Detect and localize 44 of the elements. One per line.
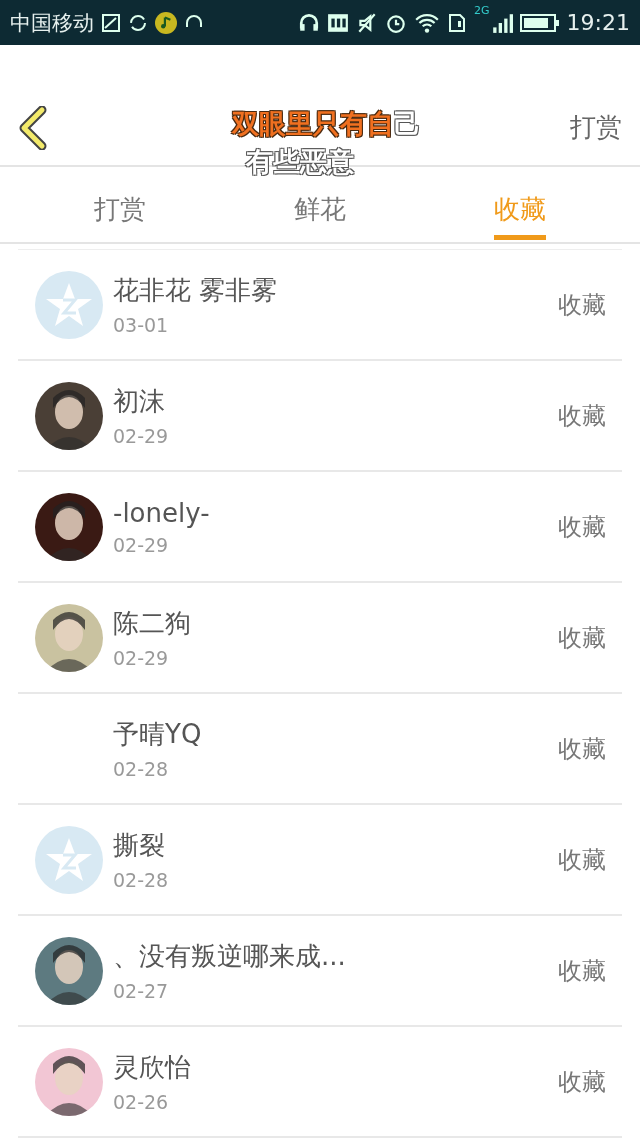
network-label: 2G xyxy=(474,4,490,17)
carrier-name: 中国移动 xyxy=(10,9,94,37)
lyric-rest: 己 xyxy=(393,108,421,139)
lyric-line: 有些恶意 xyxy=(246,146,354,177)
image-icon xyxy=(101,12,121,33)
action-label: 收藏 xyxy=(558,844,606,876)
battery-icon xyxy=(519,12,560,33)
back-icon[interactable] xyxy=(18,105,48,150)
tab[interactable]: 收藏 xyxy=(494,192,546,240)
date: 03-01 xyxy=(113,314,170,336)
user-name: 灵欣怡 xyxy=(113,1051,192,1084)
sim-icon xyxy=(447,11,468,34)
user-name: 花非花 雾非雾 xyxy=(113,274,279,307)
date: 02-26 xyxy=(113,1091,170,1113)
tab[interactable]: 鲜花 xyxy=(294,192,346,240)
default-avatar-icon xyxy=(35,825,103,894)
date: 02-27 xyxy=(113,980,170,1002)
user-name: 撕裂 xyxy=(113,829,166,862)
reward-button[interactable]: 打赏 xyxy=(570,110,622,145)
signal-icon xyxy=(490,11,513,34)
date: 02-29 xyxy=(113,647,170,669)
date: 02-28 xyxy=(113,869,170,891)
user-name: -lonely- xyxy=(113,497,211,528)
action-label: 收藏 xyxy=(558,622,606,654)
action-label: 收藏 xyxy=(558,511,606,543)
user-name: 予晴YQ xyxy=(113,718,203,751)
action-label: 收藏 xyxy=(558,400,606,432)
user-name: 、没有叛逆哪来成... xyxy=(113,940,347,973)
action-label: 收藏 xyxy=(558,733,606,765)
date: 02-29 xyxy=(113,425,170,447)
user-name: 初沫 xyxy=(113,385,166,418)
music-icon xyxy=(155,11,177,34)
date: 02-28 xyxy=(113,758,170,780)
action-label: 收藏 xyxy=(558,289,606,321)
default-avatar-icon xyxy=(35,270,103,339)
lyric-sung: 双眼里只有自 xyxy=(231,108,394,139)
wifi-icon xyxy=(414,11,441,34)
date: 02-29 xyxy=(113,533,170,556)
action-label: 收藏 xyxy=(558,1066,606,1098)
user-name: 陈二狗 xyxy=(113,607,192,640)
clock: 19:21 xyxy=(566,10,630,35)
action-label: 收藏 xyxy=(558,955,606,987)
tab[interactable]: 打赏 xyxy=(94,192,146,240)
sync-icon xyxy=(128,12,148,33)
